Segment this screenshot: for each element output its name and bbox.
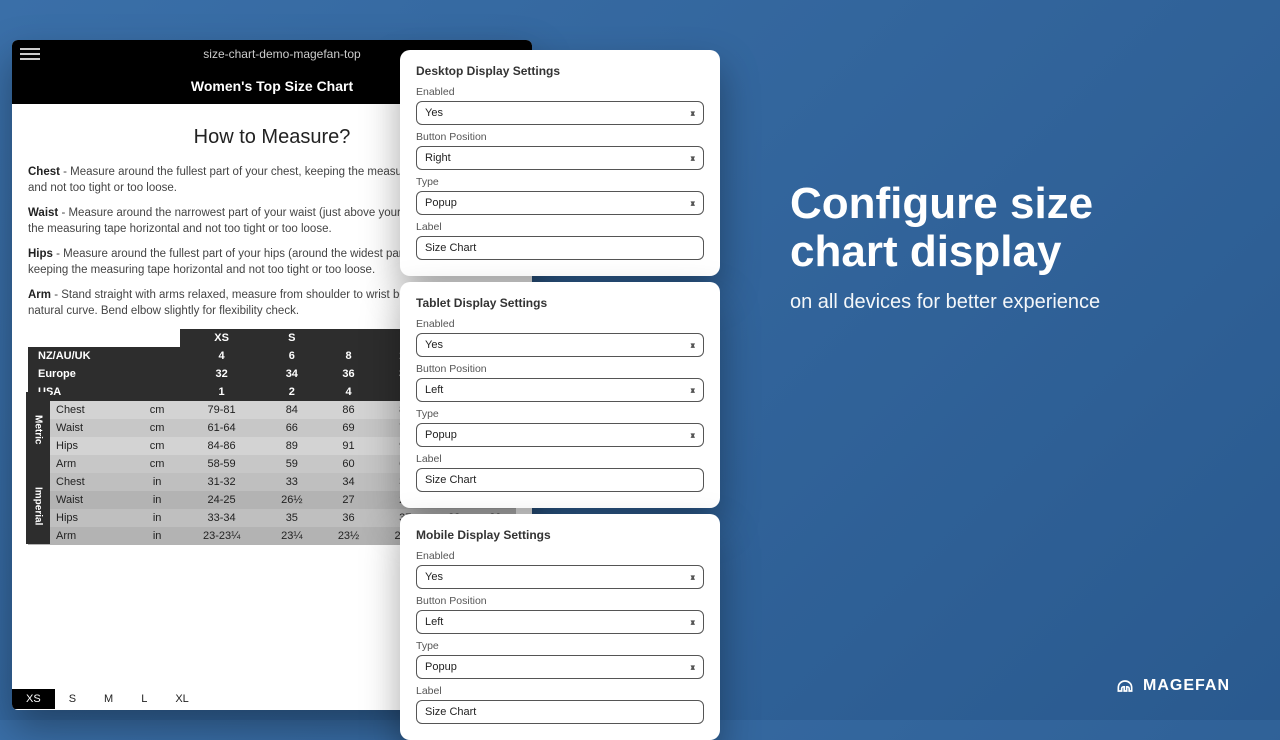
type-select[interactable]: Popup▴▾ <box>416 191 704 215</box>
label-caption: Label <box>416 685 704 697</box>
size-col-header: XS <box>180 329 264 347</box>
enabled-label: Enabled <box>416 318 704 330</box>
elephant-icon <box>1115 676 1135 696</box>
size-tab[interactable]: XS <box>12 689 55 709</box>
size-tab[interactable]: M <box>90 689 127 709</box>
label-caption: Label <box>416 221 704 233</box>
hero-subtitle: on all devices for better experience <box>790 291 1210 314</box>
region-label: NZ/AU/UK <box>28 347 180 365</box>
card-title: Desktop Display Settings <box>416 64 704 78</box>
tablet-settings-card: Tablet Display Settings Enabled Yes▴▾ Butto… <box>400 282 720 508</box>
region-label: USA <box>28 383 180 401</box>
region-label: Europe <box>28 365 180 383</box>
type-label: Type <box>416 176 704 188</box>
label-input[interactable]: Size Chart <box>416 700 704 724</box>
position-select[interactable]: Left▴▾ <box>416 610 704 634</box>
type-label: Type <box>416 640 704 652</box>
label-input[interactable]: Size Chart <box>416 468 704 492</box>
hero: Configure size chart display on all devi… <box>790 180 1210 314</box>
hamburger-icon[interactable] <box>20 48 40 60</box>
size-tab[interactable]: S <box>55 689 90 709</box>
label-input[interactable]: Size Chart <box>416 236 704 260</box>
metric-tab[interactable]: Metric <box>26 392 50 468</box>
brand-logo: MAGEFAN <box>1115 676 1230 696</box>
position-label: Button Position <box>416 363 704 375</box>
size-tab[interactable]: L <box>127 689 161 709</box>
mobile-settings-card: Mobile Display Settings Enabled Yes▴▾ Butto… <box>400 514 720 740</box>
size-selector: XSSMLXL <box>12 688 203 710</box>
type-select[interactable]: Popup▴▾ <box>416 655 704 679</box>
enabled-label: Enabled <box>416 86 704 98</box>
size-tab[interactable]: XL <box>161 689 202 709</box>
size-col-header: S <box>263 329 320 347</box>
brand-text: MAGEFAN <box>1143 677 1230 695</box>
position-select[interactable]: Left▴▾ <box>416 378 704 402</box>
type-select[interactable]: Popup▴▾ <box>416 423 704 447</box>
desktop-settings-card: Desktop Display Settings Enabled Yes▴▾ Butt… <box>400 50 720 276</box>
card-title: Tablet Display Settings <box>416 296 704 310</box>
type-label: Type <box>416 408 704 420</box>
enabled-select[interactable]: Yes▴▾ <box>416 333 704 357</box>
enabled-select[interactable]: Yes▴▾ <box>416 565 704 589</box>
card-title: Mobile Display Settings <box>416 528 704 542</box>
enabled-select[interactable]: Yes▴▾ <box>416 101 704 125</box>
size-col-header <box>320 329 377 347</box>
position-label: Button Position <box>416 595 704 607</box>
position-select[interactable]: Right▴▾ <box>416 146 704 170</box>
enabled-label: Enabled <box>416 550 704 562</box>
label-caption: Label <box>416 453 704 465</box>
hero-title: Configure size chart display <box>790 180 1210 277</box>
imperial-tab[interactable]: Imperial <box>26 468 50 544</box>
position-label: Button Position <box>416 131 704 143</box>
